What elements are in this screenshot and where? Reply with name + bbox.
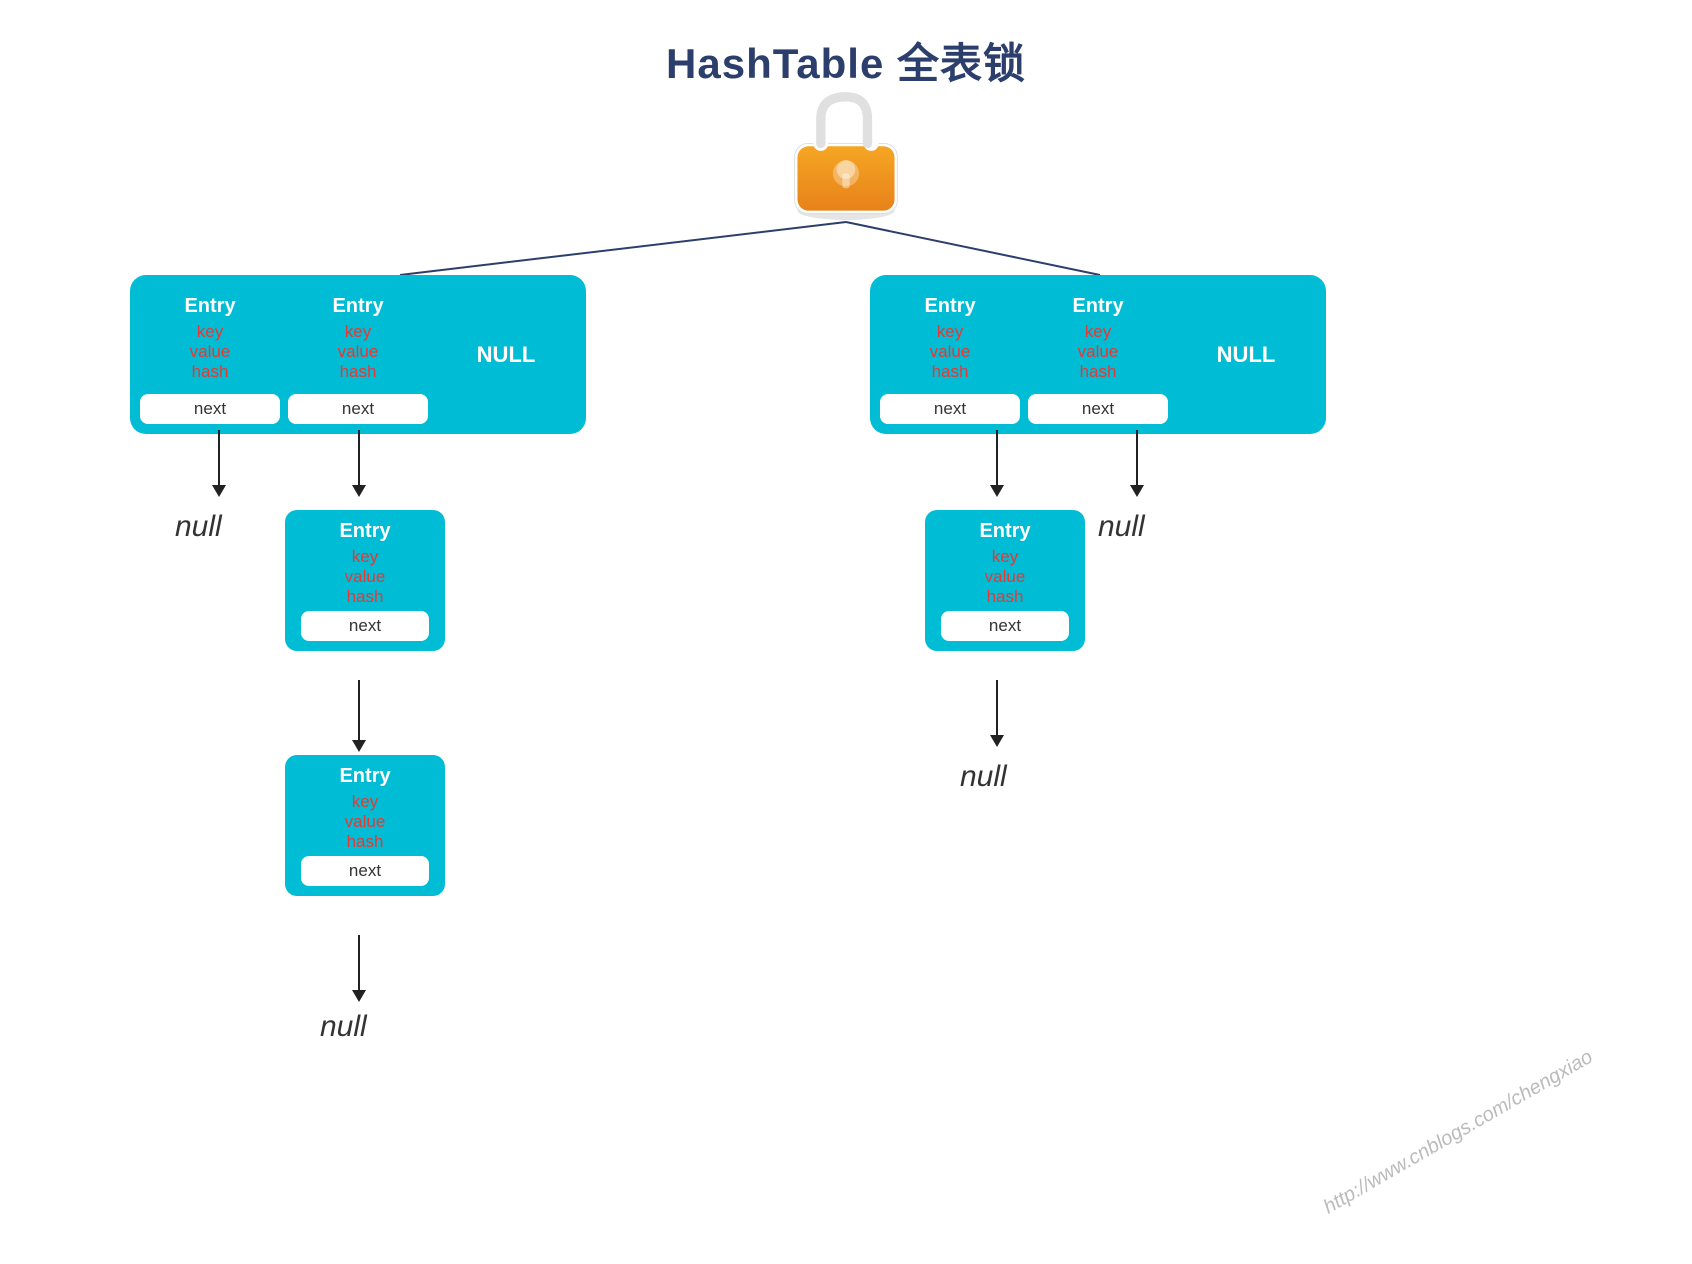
level2-left-value: value: [345, 567, 386, 587]
entry-next-2: next: [288, 394, 428, 424]
arrow-3-entry: [990, 430, 1004, 497]
level2-left-next: next: [301, 611, 429, 641]
entry-key-3: key: [937, 322, 963, 342]
level3-entry: Entry key value hash next: [285, 755, 445, 896]
arrow-1-null: [212, 430, 226, 497]
level3-next: next: [301, 856, 429, 886]
level2-right-value: value: [985, 567, 1026, 587]
watermark: http://www.cnblogs.com/chengxiao: [1320, 1046, 1597, 1219]
entry-value-4: value: [1078, 342, 1119, 362]
arrow-level2-to-level3: [352, 680, 366, 752]
level3-label: Entry: [339, 765, 390, 788]
level2-right-entry: Entry key value hash next: [925, 510, 1085, 651]
arrow-4-null: [1130, 430, 1144, 497]
entry-value-2: value: [338, 342, 379, 362]
lock-icon: [781, 80, 911, 220]
null-text-right: null: [960, 760, 1007, 794]
entry-key-4: key: [1085, 322, 1111, 342]
level2-left-entry: Entry key value hash next: [285, 510, 445, 651]
arrow-level2-right-null: [990, 680, 1004, 747]
entry-next-4: next: [1028, 394, 1168, 424]
level2-left-label: Entry: [339, 520, 390, 543]
entry-label-2: Entry: [332, 295, 383, 318]
null-cell-1: NULL: [436, 285, 576, 424]
entry-hash: hash: [192, 362, 229, 382]
level2-right-hash: hash: [987, 587, 1024, 607]
level3-hash: hash: [347, 832, 384, 852]
entry-hash-2: hash: [340, 362, 377, 382]
table-row-left: Entry key value hash next Entry key valu…: [130, 275, 586, 434]
entry-key-2: key: [345, 322, 371, 342]
entry-label-4: Entry: [1072, 295, 1123, 318]
entry-cell-4: Entry key value hash next: [1028, 285, 1168, 424]
entry-cell-1: Entry key value hash next: [140, 285, 280, 424]
level3-key: key: [352, 792, 378, 812]
entry-label-3: Entry: [924, 295, 975, 318]
entry-value: value: [190, 342, 231, 362]
entry-hash-4: hash: [1080, 362, 1117, 382]
entry-cell-2: Entry key value hash next: [288, 285, 428, 424]
level2-left-hash: hash: [347, 587, 384, 607]
entry-key: key: [197, 322, 223, 342]
level2-right-next: next: [941, 611, 1069, 641]
table-row-right: Entry key value hash next Entry key valu…: [870, 275, 1326, 434]
entry-next-3: next: [880, 394, 1020, 424]
level2-right-label: Entry: [979, 520, 1030, 543]
arrow-level3-null: [352, 935, 366, 1002]
null-text-4: null: [1098, 510, 1145, 544]
entry-value-3: value: [930, 342, 971, 362]
level2-right-key: key: [992, 547, 1018, 567]
level2-left-key: key: [352, 547, 378, 567]
null-cell-2: NULL: [1176, 285, 1316, 424]
arrow-2-entry: [352, 430, 366, 497]
entry-label: Entry: [184, 295, 235, 318]
entry-hash-3: hash: [932, 362, 969, 382]
null-text-1: null: [175, 510, 222, 544]
entry-next: next: [140, 394, 280, 424]
null-text-level3: null: [320, 1010, 367, 1044]
null-label-2: NULL: [1217, 342, 1276, 368]
null-label-1: NULL: [477, 342, 536, 368]
page-title: HashTable 全表锁: [0, 0, 1692, 91]
level3-value: value: [345, 812, 386, 832]
entry-cell-3: Entry key value hash next: [880, 285, 1020, 424]
